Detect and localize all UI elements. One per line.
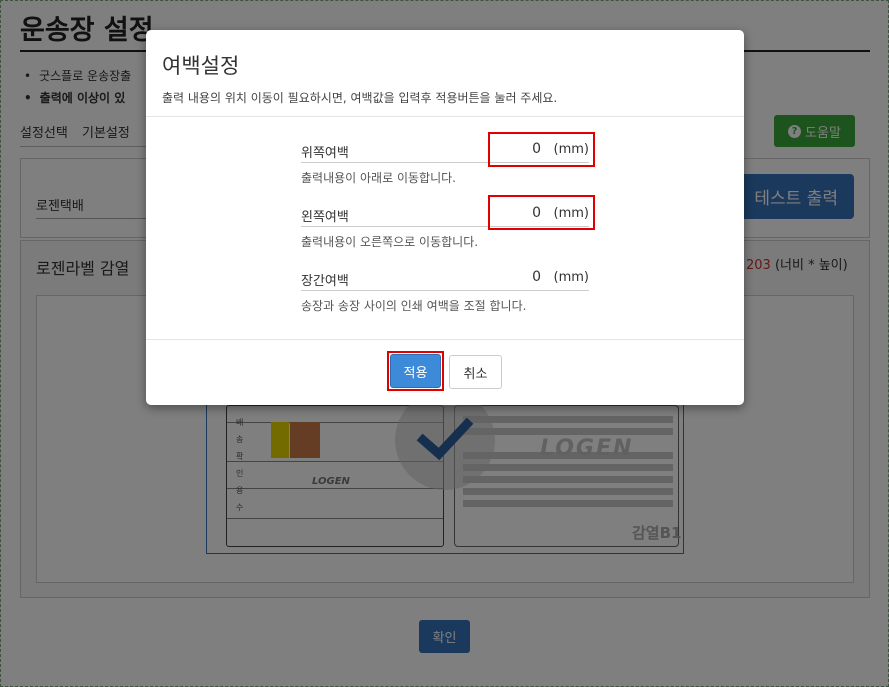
modal-header-divider (146, 116, 744, 117)
gap-margin-unit: (mm) (553, 270, 589, 285)
modal-description: 출력 내용의 위치 이동이 필요하시면, 여백값을 입력후 적용버튼을 눌러 주… (162, 91, 558, 105)
gap-margin-row: 장간여백 (mm) (301, 265, 589, 291)
left-margin-label: 왼쪽여백 (301, 210, 349, 225)
modal-footer-divider (146, 339, 744, 340)
left-margin-help: 출력내용이 오른쪽으로 이동합니다. (301, 235, 479, 249)
gap-margin-help: 송장과 송장 사이의 인쇄 여백을 조절 합니다. (301, 299, 527, 313)
apply-button[interactable]: 적용 (390, 354, 441, 388)
top-margin-label: 위쪽여백 (301, 146, 349, 161)
top-margin-help: 출력내용이 아래로 이동합니다. (301, 171, 456, 185)
margin-settings-modal: 여백설정 출력 내용의 위치 이동이 필요하시면, 여백값을 입력후 적용버튼을… (146, 30, 744, 405)
gap-margin-input[interactable] (461, 269, 541, 285)
top-margin-highlight (488, 132, 595, 167)
cancel-button[interactable]: 취소 (449, 355, 502, 389)
modal-title: 여백설정 (162, 54, 240, 78)
gap-margin-label: 장간여백 (301, 274, 349, 289)
left-margin-highlight (488, 195, 595, 230)
